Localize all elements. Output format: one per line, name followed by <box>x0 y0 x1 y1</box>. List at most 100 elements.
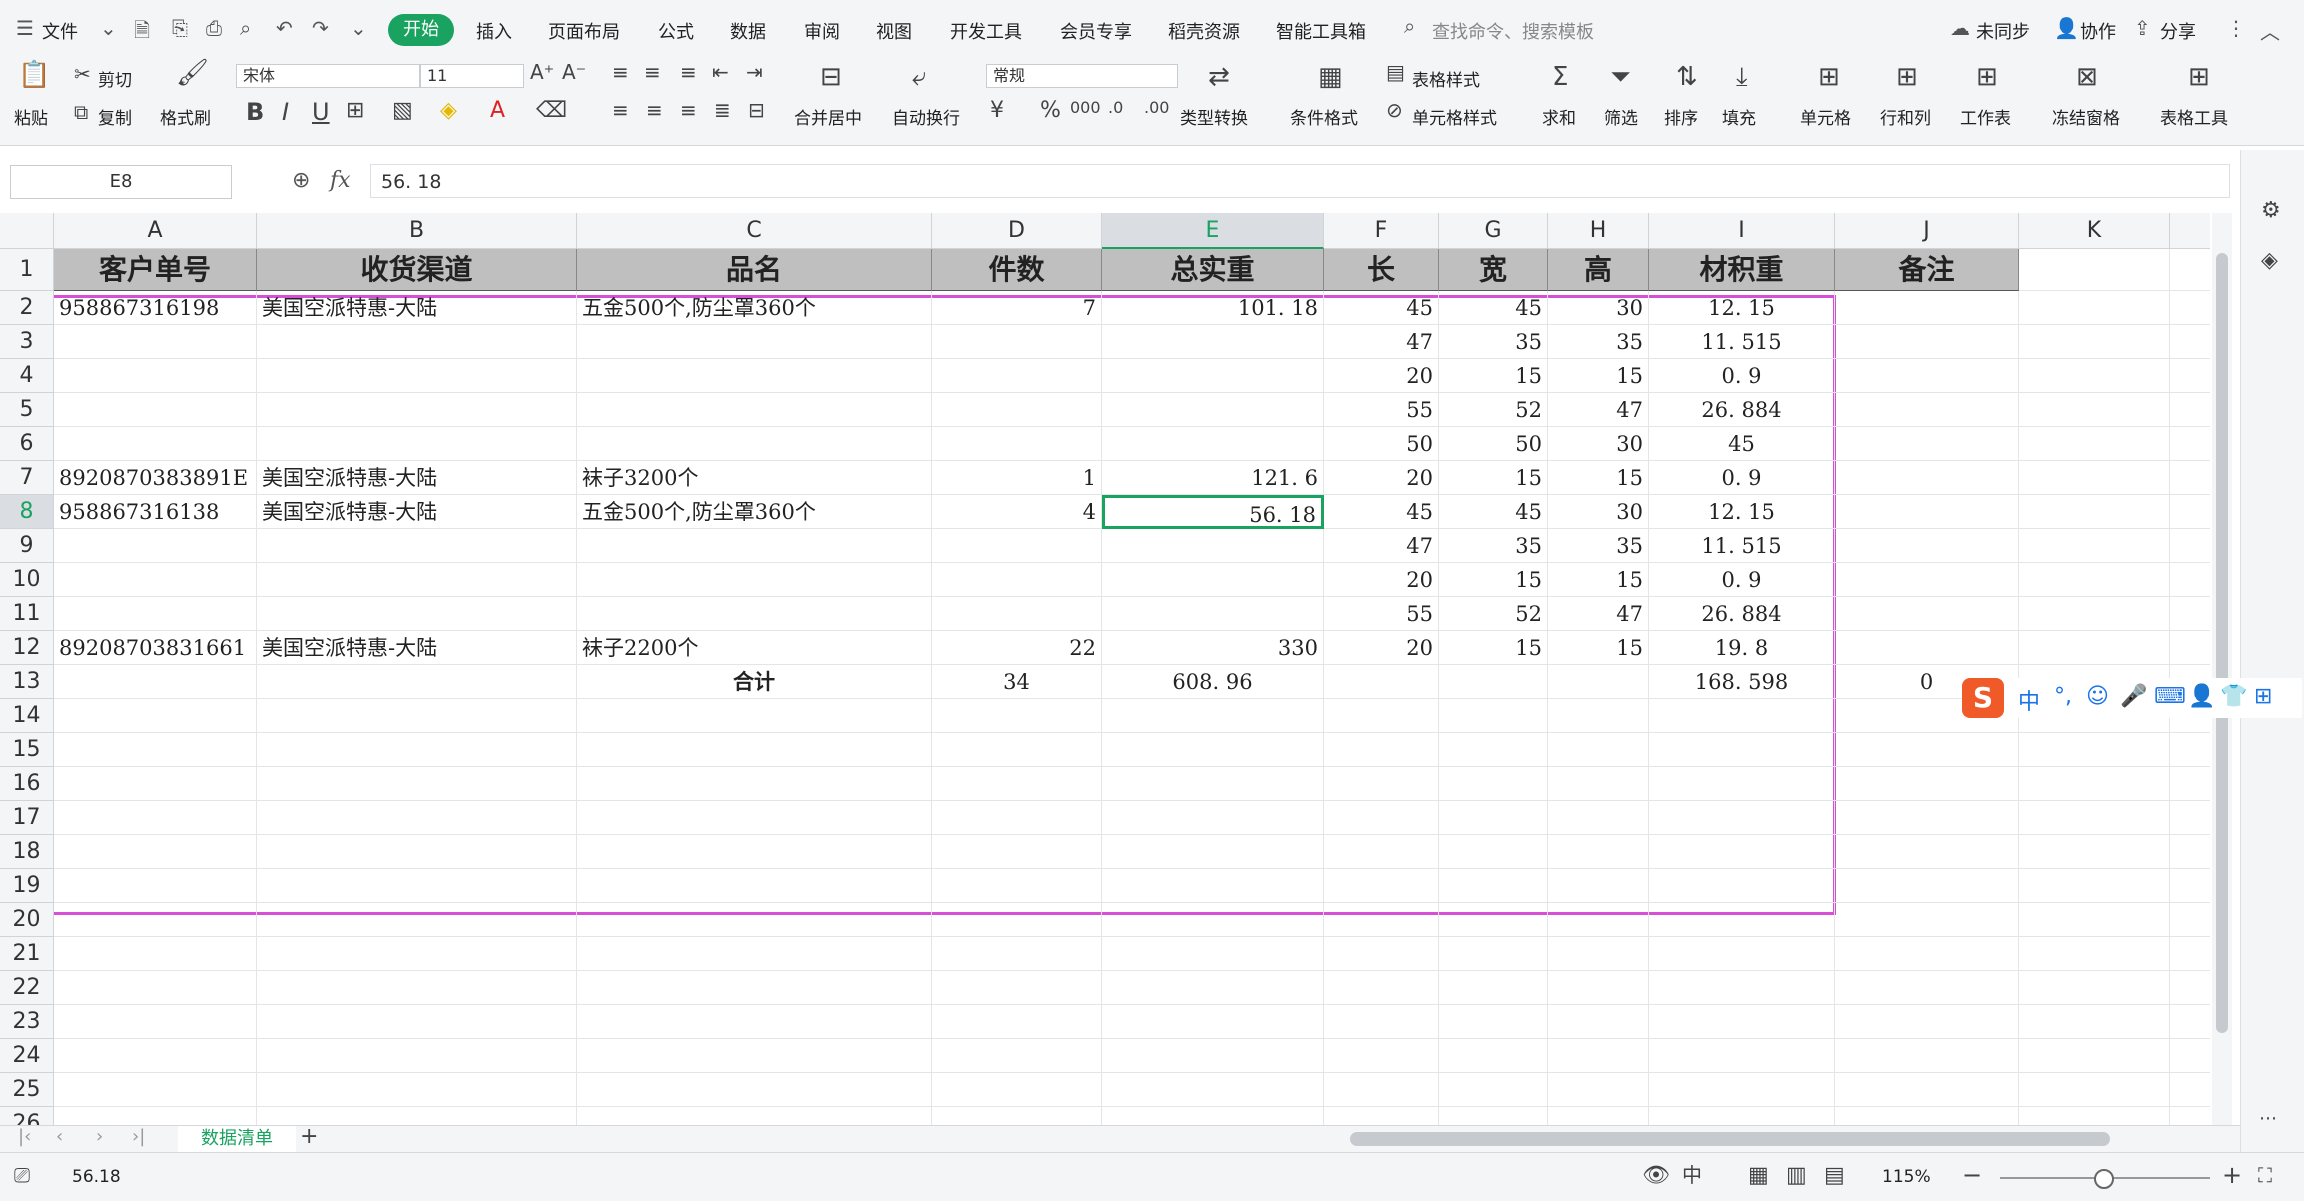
cell-b8[interactable]: 美国空派特惠-大陆 <box>257 495 577 529</box>
wrap-icon[interactable]: ⤶ <box>912 64 927 90</box>
format-painter-button[interactable]: 格式刷 <box>160 104 211 129</box>
align-right-icon[interactable]: ≡ <box>680 100 697 120</box>
cell-k22[interactable] <box>2019 971 2170 1005</box>
cell-a8[interactable]: 958867316138 <box>54 495 257 529</box>
cell-h17[interactable] <box>1548 801 1649 835</box>
italic-icon[interactable]: I <box>282 100 289 124</box>
cell-l10[interactable] <box>2170 563 2210 597</box>
merge-icon[interactable]: ⊟ <box>820 64 842 90</box>
font-color-icon[interactable]: A <box>490 100 505 122</box>
cell-k9[interactable] <box>2019 529 2170 563</box>
cell-l7[interactable] <box>2170 461 2210 495</box>
decrease-font-icon[interactable]: A⁻ <box>562 62 586 82</box>
merge-center-button[interactable]: 合并居中 <box>794 104 862 129</box>
fill-pattern-icon[interactable]: ▧ <box>392 100 413 122</box>
cell-l16[interactable] <box>2170 767 2210 801</box>
cell-a3[interactable] <box>54 325 257 359</box>
cell-b22[interactable] <box>257 971 577 1005</box>
cell-b26[interactable] <box>257 1107 577 1125</box>
toolbox-icon[interactable]: ⊞ <box>2254 684 2272 709</box>
zoom-formula-icon[interactable]: ⊕ <box>292 168 310 193</box>
cell-h21[interactable] <box>1548 937 1649 971</box>
convert-icon[interactable]: ⇄ <box>1208 64 1230 90</box>
row-header-26[interactable]: 26 <box>0 1107 54 1125</box>
cell-i5[interactable]: 26. 884 <box>1649 393 1835 427</box>
justify-icon[interactable]: ≣ <box>714 100 731 120</box>
row-header-22[interactable]: 22 <box>0 971 54 1005</box>
cell-f26[interactable] <box>1324 1107 1439 1125</box>
cell-a17[interactable] <box>54 801 257 835</box>
cell-e6[interactable] <box>1102 427 1324 461</box>
column-header-c[interactable]: C <box>577 213 932 249</box>
cell-b6[interactable] <box>257 427 577 461</box>
row-header-1[interactable]: 1 <box>0 249 54 291</box>
table-tools-icon[interactable]: ⊞ <box>2188 64 2210 90</box>
cell-a16[interactable] <box>54 767 257 801</box>
cell-c8[interactable]: 五金500个,防尘罩360个 <box>577 495 932 529</box>
cell-g22[interactable] <box>1439 971 1548 1005</box>
cell-f7[interactable]: 20 <box>1324 461 1439 495</box>
cell-j12[interactable] <box>1835 631 2019 665</box>
row-header-9[interactable]: 9 <box>0 529 54 563</box>
cell-d2[interactable]: 7 <box>932 291 1102 325</box>
cell-b14[interactable] <box>257 699 577 733</box>
cell-e23[interactable] <box>1102 1005 1324 1039</box>
normal-view-icon[interactable]: ▦ <box>1748 1165 1769 1187</box>
more-icon[interactable]: ⋮ <box>2226 16 2246 40</box>
preview-icon[interactable]: ⌕ <box>240 16 251 40</box>
cell-a7[interactable]: 8920870383891E <box>54 461 257 495</box>
align-center-icon[interactable]: ≡ <box>646 100 663 120</box>
tab-start[interactable]: 开始 <box>388 14 454 46</box>
cell-c3[interactable] <box>577 325 932 359</box>
sheet-tab-data-list[interactable]: 数据清单 <box>178 1126 296 1154</box>
cell-d10[interactable] <box>932 563 1102 597</box>
cell-d23[interactable] <box>932 1005 1102 1039</box>
cell-g15[interactable] <box>1439 733 1548 767</box>
account-icon[interactable]: 👤 <box>2188 684 2215 709</box>
cell-i6[interactable]: 45 <box>1649 427 1835 461</box>
cell-k2[interactable] <box>2019 291 2170 325</box>
cell-l20[interactable] <box>2170 903 2210 937</box>
cell-d26[interactable] <box>932 1107 1102 1125</box>
cell-h14[interactable] <box>1548 699 1649 733</box>
cell-g26[interactable] <box>1439 1107 1548 1125</box>
row-header-2[interactable]: 2 <box>0 291 54 325</box>
conditional-format-icon[interactable]: ▦ <box>1318 64 1343 90</box>
cell-f23[interactable] <box>1324 1005 1439 1039</box>
tab-page-layout[interactable]: 页面布局 <box>548 18 620 44</box>
cell-d8[interactable]: 4 <box>932 495 1102 529</box>
tab-view[interactable]: 视图 <box>876 18 912 44</box>
cell-c5[interactable] <box>577 393 932 427</box>
cell-c15[interactable] <box>577 733 932 767</box>
cell-a10[interactable] <box>54 563 257 597</box>
cell-b2[interactable]: 美国空派特惠-大陆 <box>257 291 577 325</box>
save-icon[interactable]: 🗎 <box>134 16 150 50</box>
cell-b21[interactable] <box>257 937 577 971</box>
cell-f21[interactable] <box>1324 937 1439 971</box>
cell-k6[interactable] <box>2019 427 2170 461</box>
cell-i15[interactable] <box>1649 733 1835 767</box>
cell-l23[interactable] <box>2170 1005 2210 1039</box>
cell-a9[interactable] <box>54 529 257 563</box>
cell-e17[interactable] <box>1102 801 1324 835</box>
cell-f6[interactable]: 50 <box>1324 427 1439 461</box>
column-header-b[interactable]: B <box>257 213 577 249</box>
cell-j22[interactable] <box>1835 971 2019 1005</box>
cell-j19[interactable] <box>1835 869 2019 903</box>
cell-l24[interactable] <box>2170 1039 2210 1073</box>
cell-style-icon[interactable]: ⊘ <box>1386 100 1403 120</box>
collapse-ribbon-icon[interactable]: ︿ <box>2260 16 2280 45</box>
align-middle-icon[interactable]: ≡ <box>644 62 661 82</box>
row-header-5[interactable]: 5 <box>0 393 54 427</box>
cell-d5[interactable] <box>932 393 1102 427</box>
column-header-i[interactable]: I <box>1649 213 1835 249</box>
cell-f15[interactable] <box>1324 733 1439 767</box>
cell-a25[interactable] <box>54 1073 257 1107</box>
cell-b20[interactable] <box>257 903 577 937</box>
cell-g18[interactable] <box>1439 835 1548 869</box>
cell-j3[interactable] <box>1835 325 2019 359</box>
cell-d1[interactable]: 件数 <box>932 249 1102 291</box>
column-header-e[interactable]: E <box>1102 213 1324 249</box>
command-search[interactable]: 查找命令、搜索模板 <box>1432 18 1594 44</box>
name-box[interactable]: E8 <box>10 165 232 199</box>
